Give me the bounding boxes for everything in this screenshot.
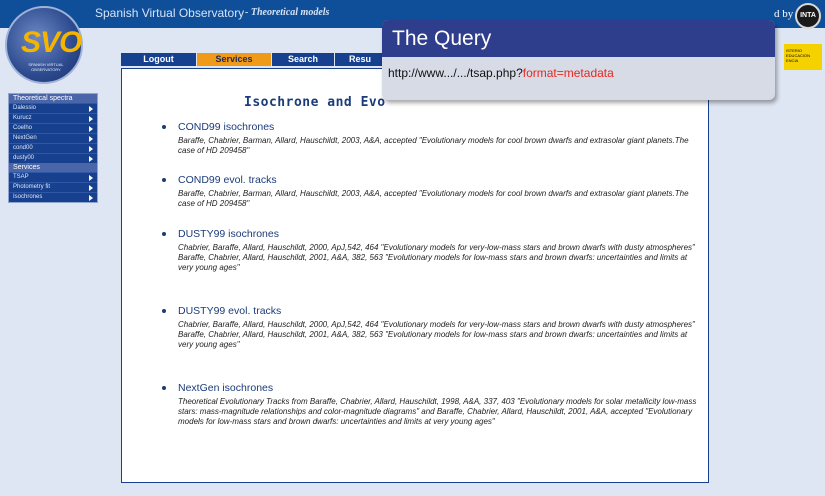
bullet-icon xyxy=(162,232,166,236)
entry-link-dusty99-evol-tracks[interactable]: DUSTY99 evol. tracks xyxy=(178,305,281,317)
bullet-icon xyxy=(162,125,166,129)
entry-description: Baraffe, Chabrier, Barman, Allard, Hausc… xyxy=(178,189,689,208)
sidebar-header-theoretical-spectra: Theoretical spectra xyxy=(9,94,97,103)
sidebar-item-nextgen[interactable]: NextGen xyxy=(9,133,97,143)
sidebar-item-label: Kurucz xyxy=(13,115,32,121)
arrow-right-icon xyxy=(89,116,93,122)
sidebar-item-photometry-fit[interactable]: Photometry fit xyxy=(9,182,97,192)
sidebar-item-label: dusty00 xyxy=(13,155,35,161)
sidebar-item-label: Coelho xyxy=(13,125,33,131)
sidebar-item-label: cond00 xyxy=(13,145,33,151)
callout-url-prefix: http://www.../.../tsap.php? xyxy=(388,66,523,80)
sidebar-item-isochrones[interactable]: Isochrones xyxy=(9,192,97,202)
sidebar-item-kurucz[interactable]: Kurucz xyxy=(9,113,97,123)
arrow-right-icon xyxy=(89,175,93,181)
sidebar-item-tsap[interactable]: TSAP xyxy=(9,172,97,182)
sidebar: Theoretical spectra Dalessio Kurucz Coel… xyxy=(8,93,98,203)
inta-logo[interactable]: INTA xyxy=(795,3,821,29)
entry-link-nextgen-isochrones[interactable]: NextGen isochrones xyxy=(178,382,273,394)
sidebar-item-label: Photometry fit xyxy=(13,184,51,190)
entry-description: Baraffe, Chabrier, Barman, Allard, Hausc… xyxy=(178,136,689,155)
bullet-icon xyxy=(162,309,166,313)
top-nav: Logout Services Search Resu xyxy=(121,53,386,66)
sidebar-item-label: TSAP xyxy=(13,174,29,180)
arrow-right-icon xyxy=(89,156,93,162)
sidebar-item-coelho[interactable]: Coelho xyxy=(9,123,97,133)
nav-search[interactable]: Search xyxy=(272,53,335,66)
sidebar-item-label: Dalessio xyxy=(13,105,37,111)
ministry-logo: ISTERIO EDUCACION ENCIA xyxy=(784,44,822,70)
svo-logo-text: SVO xyxy=(21,26,82,59)
sidebar-item-cond00[interactable]: cond00 xyxy=(9,143,97,153)
entry-link-cond99-evol-tracks[interactable]: COND99 evol. tracks xyxy=(178,174,277,186)
entry-description: Chabrier, Baraffe, Allard, Hauschildt, 2… xyxy=(178,243,695,272)
entry-description: Theoretical Evolutionary Tracks from Bar… xyxy=(178,397,697,426)
arrow-right-icon xyxy=(89,106,93,112)
sidebar-item-dusty00[interactable]: dusty00 xyxy=(9,153,97,163)
sidebar-item-label: Isochrones xyxy=(13,194,43,200)
query-callout: The Query http://www.../.../tsap.php?for… xyxy=(382,20,775,100)
sidebar-header-services: Services xyxy=(9,163,97,172)
bullet-icon xyxy=(162,386,166,390)
sidebar-item-label: NextGen xyxy=(13,135,37,141)
nav-services[interactable]: Services xyxy=(197,53,272,66)
callout-url-param: format=metadata xyxy=(522,66,614,80)
svo-logo[interactable]: SVO SPANISH VIRTUAL OBSERVATORY xyxy=(5,6,83,84)
callout-title: The Query xyxy=(382,20,775,57)
arrow-right-icon xyxy=(89,146,93,152)
svo-logo-caption: SPANISH VIRTUAL OBSERVATORY xyxy=(28,62,64,72)
entry-link-cond99-isochrones[interactable]: COND99 isochrones xyxy=(178,121,274,133)
entry-description: Chabrier, Baraffe, Allard, Hauschildt, 2… xyxy=(178,320,695,349)
nav-results[interactable]: Resu xyxy=(335,53,386,66)
site-subtitle: - Theoretical models xyxy=(245,7,330,18)
main-panel: Isochrone and Evo COND99 isochrones Bara… xyxy=(121,68,709,483)
funded-by-text: d by xyxy=(774,8,794,20)
entry-link-dusty99-isochrones[interactable]: DUSTY99 isochrones xyxy=(178,228,279,240)
arrow-right-icon xyxy=(89,185,93,191)
nav-logout[interactable]: Logout xyxy=(121,53,197,66)
bullet-icon xyxy=(162,178,166,182)
arrow-right-icon xyxy=(89,136,93,142)
page-title: Isochrone and Evo xyxy=(244,95,386,110)
sidebar-item-dalessio[interactable]: Dalessio xyxy=(9,103,97,113)
callout-url: http://www.../.../tsap.php?format=metada… xyxy=(382,57,775,80)
arrow-right-icon xyxy=(89,195,93,201)
arrow-right-icon xyxy=(89,126,93,132)
site-title: Spanish Virtual Observatory xyxy=(95,6,245,20)
